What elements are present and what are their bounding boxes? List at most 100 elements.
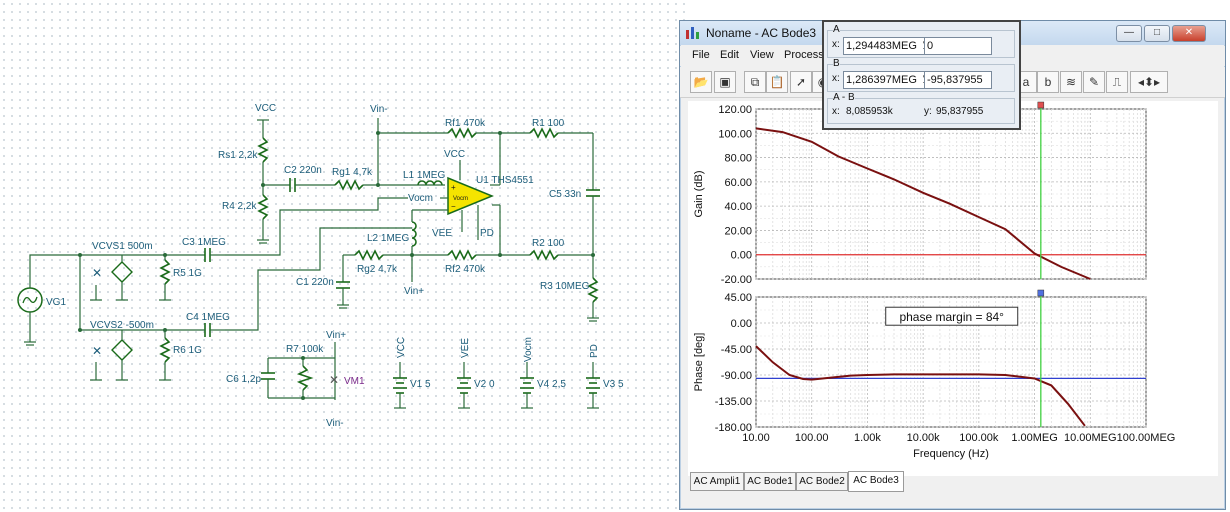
- x-tick-label: 10.00k: [907, 432, 941, 444]
- x-tick-label: 100.00k: [959, 432, 999, 444]
- tab-ac-bode2[interactable]: AC Bode2: [796, 472, 848, 491]
- v3-label: V3 5: [603, 379, 624, 390]
- v4-label: V4 2,5: [537, 379, 566, 390]
- gain-y-tick-label: 20.00: [724, 225, 752, 237]
- menu-view[interactable]: View: [750, 49, 774, 61]
- gain-y-tick-label: 0.00: [731, 250, 752, 262]
- schematic-drawing: VCC Rs1 2,2k R4 2,2k C2 220n Rg1 4,7k Vi…: [17, 103, 624, 429]
- window-title: Noname - AC Bode3: [706, 26, 817, 40]
- c6-label: C6 1,2p: [226, 374, 261, 385]
- phase-margin-annotation: phase margin = 84°: [899, 310, 1004, 324]
- v3-battery[interactable]: PD V3 5: [586, 344, 624, 409]
- r3-label: R3 10MEG: [540, 281, 590, 292]
- cursor-a-y-field[interactable]: 0: [924, 37, 992, 55]
- x-tick-label: 10.00: [742, 432, 770, 444]
- cursor-b-x-field[interactable]: 1,286397MEG: [843, 71, 925, 89]
- curve-icon[interactable]: ≋: [1060, 71, 1082, 93]
- tab-ac-bode3[interactable]: AC Bode3: [848, 471, 904, 492]
- rg2-resistor[interactable]: [354, 249, 384, 261]
- l1-label: L1 1MEG: [403, 170, 445, 181]
- pointer-icon[interactable]: ➚: [790, 71, 812, 93]
- gain-y-tick-label: 100.00: [718, 128, 752, 140]
- svg-text:Vocm: Vocm: [453, 196, 468, 202]
- schematic-canvas[interactable]: VCC Rs1 2,2k R4 2,2k C2 220n Rg1 4,7k Vi…: [0, 0, 690, 512]
- v2-battery[interactable]: VEE V2 0: [457, 338, 495, 409]
- svg-text:✕: ✕: [92, 266, 102, 280]
- step-icon[interactable]: ⎍: [1106, 71, 1128, 93]
- cursor-b-icon[interactable]: b: [1037, 71, 1059, 93]
- phase-cursor-marker: [1037, 289, 1045, 297]
- r6-resistor[interactable]: [159, 337, 171, 363]
- bode-plot-svg: 120.00 100.00 80.00 60.00 40.00 20.00 0.00 -20.…: [693, 101, 1176, 460]
- save-icon[interactable]: ▣: [714, 71, 736, 93]
- phase-y-tick-label: -45.00: [721, 344, 752, 356]
- menu-file[interactable]: File: [692, 49, 710, 61]
- rf1-resistor[interactable]: [447, 127, 477, 139]
- app-icon: [686, 27, 699, 39]
- gain-y-tick-label: 80.00: [724, 153, 752, 165]
- menu-edit[interactable]: Edit: [720, 49, 739, 61]
- rs1-resistor[interactable]: [257, 137, 269, 163]
- gain-y-tick-label: -20.00: [721, 274, 752, 286]
- svg-text:+: +: [451, 183, 456, 192]
- copy-icon[interactable]: ⧉: [744, 71, 766, 93]
- vin-plus-label: Vin+: [404, 286, 424, 297]
- x-axis-label: Frequency (Hz): [913, 448, 989, 460]
- bode-plot-area[interactable]: 120.00 100.00 80.00 60.00 40.00 20.00 0.00 -20.…: [688, 101, 1218, 476]
- rg1-resistor[interactable]: [334, 179, 364, 191]
- rf2-label: Rf2 470k: [445, 264, 486, 275]
- vm1-label: VM1: [344, 376, 365, 387]
- c4-label: C4 1MEG: [186, 312, 230, 323]
- v1-net-label: VCC: [396, 337, 407, 358]
- v4-net-label: Vocm: [523, 337, 534, 362]
- vin-minus2-label: Vin-: [326, 418, 344, 429]
- phase-y-tick-label: -90.00: [721, 370, 752, 382]
- vcc-amp-label: VCC: [444, 149, 465, 160]
- pen-icon[interactable]: ✎: [1083, 71, 1105, 93]
- u1-label: U1 THS4551: [476, 175, 534, 186]
- svg-text:✕: ✕: [329, 373, 339, 387]
- r2-label: R2 100: [532, 238, 565, 249]
- close-button[interactable]: ✕: [1172, 25, 1206, 42]
- phase-y-tick-label: 45.00: [724, 292, 752, 304]
- r5-resistor[interactable]: [159, 259, 171, 285]
- open-icon[interactable]: 📂: [690, 71, 712, 93]
- x-tick-label: 100.00MEG: [1117, 432, 1176, 444]
- vcvs2-label: VCVS2 -500m: [90, 320, 154, 331]
- rg2-label: Rg2 4,7k: [357, 264, 398, 275]
- l2-inductor[interactable]: [411, 221, 417, 247]
- cursor-readout-panel: A x: 1,294483MEG y: 0 B x: 1,286397MEG y…: [822, 20, 1021, 130]
- vcvs1-source[interactable]: [111, 261, 133, 283]
- tab-ac-bode1[interactable]: AC Bode1: [744, 472, 796, 491]
- r7-resistor[interactable]: [296, 365, 314, 391]
- c3-label: C3 1MEG: [182, 237, 226, 248]
- paste-icon[interactable]: 📋: [766, 71, 788, 93]
- x-tick-label: 10.00MEG: [1064, 432, 1117, 444]
- maximize-button[interactable]: □: [1144, 25, 1170, 42]
- v1-label: V1 5: [410, 379, 431, 390]
- gain-y-axis-label: Gain (dB): [693, 170, 705, 217]
- r4-resistor[interactable]: [257, 194, 269, 220]
- pd-label: PD: [480, 228, 494, 239]
- r4-label: R4 2,2k: [222, 201, 257, 212]
- r1-resistor[interactable]: [529, 127, 559, 139]
- minimize-button[interactable]: —: [1116, 25, 1142, 42]
- phase-y-axis-label: Phase [deg]: [693, 333, 705, 392]
- cursor-a-x-field[interactable]: 1,294483MEG: [843, 37, 925, 55]
- r3-resistor[interactable]: [587, 277, 599, 303]
- c5-label: C5 33n: [549, 189, 581, 200]
- cursor-ab-x-label: x:: [832, 106, 840, 117]
- r2-resistor[interactable]: [529, 249, 559, 261]
- v1-battery[interactable]: VCC V1 5: [393, 337, 431, 409]
- menu-process[interactable]: Process: [784, 49, 824, 61]
- rf2-resistor[interactable]: [447, 249, 477, 261]
- phase-y-tick-label: -135.00: [715, 396, 752, 408]
- arrows-icon[interactable]: ◂⬍▸: [1130, 71, 1168, 93]
- v4-battery[interactable]: Vocm V4 2,5: [520, 337, 566, 409]
- vcvs2-source[interactable]: [111, 339, 133, 361]
- tab-ac-ampli1[interactable]: AC Ampli1: [690, 472, 744, 491]
- cursor-b-y-field[interactable]: -95,837955: [924, 71, 992, 89]
- vin-minus-top-label: Vin-: [370, 104, 388, 115]
- svg-text:✕: ✕: [92, 344, 102, 358]
- cursor-a-label: A: [833, 24, 840, 35]
